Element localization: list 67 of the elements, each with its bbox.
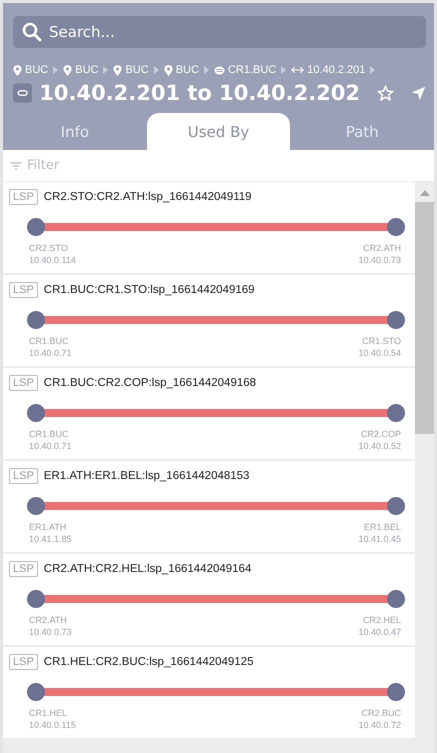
caret-icon (281, 66, 286, 74)
lsp-badge: LSP (9, 282, 38, 298)
target-node-ip: 10.40.0.73 (358, 255, 401, 265)
target-node-ip: 10.40.0.47 (358, 627, 401, 637)
source-node-name: CR1.BUC (29, 336, 70, 346)
caret-icon (370, 66, 376, 74)
tab[interactable]: Path (290, 113, 434, 150)
source-node-name: CR2.STO (29, 243, 69, 253)
target-node-ip: 10.40.0.54 (358, 348, 401, 358)
target-node-name: CR1.STO (362, 336, 401, 346)
scroll-up-icon[interactable] (420, 190, 430, 196)
target-node-ip: 10.41.0.45 (358, 534, 401, 544)
caret-icon (204, 66, 209, 74)
lsp-badge: LSP (9, 468, 38, 484)
link-icon (13, 82, 32, 104)
source-node-ip: 10.40.0.114 (29, 255, 76, 265)
caret-icon (53, 66, 58, 74)
source-node-name: CR1.HEL (29, 708, 68, 718)
source-node-name: ER1.ATH (29, 522, 68, 532)
breadcrumb-item[interactable]: 10.40.2.201 (291, 64, 366, 76)
lsp-name: CR1.BUC:CR2.COP:lsp_1661442049168 (44, 377, 256, 389)
target-node-name: CR2.COP (360, 429, 401, 439)
breadcrumb-item[interactable]: BUC (63, 64, 98, 76)
tab[interactable]: Used By (146, 113, 290, 150)
tab[interactable]: Info (3, 113, 147, 150)
lsp-badge: LSP (9, 561, 38, 577)
source-node-name: CR2.ATH (29, 615, 68, 625)
breadcrumb-item[interactable]: BUC (113, 64, 149, 76)
pin-icon (63, 64, 72, 76)
breadcrumb-item[interactable]: CR1.BUC (214, 64, 276, 76)
lsp-badge: LSP (9, 654, 38, 670)
breadcrumb-item[interactable]: BUC (13, 64, 48, 76)
target-node-name: ER1.BEL (364, 522, 401, 532)
lsp-name: ER1.ATH:ER1.BEL:lsp_1661442048153 (44, 470, 250, 482)
lsp-badge: LSP (9, 189, 38, 205)
source-node-ip: 10.40.0.71 (29, 441, 72, 451)
star-icon[interactable] (377, 84, 394, 102)
source-node-name: CR1.BUC (29, 429, 70, 439)
target-node-name: CR2.BUC (361, 708, 401, 718)
pin-icon (113, 64, 122, 76)
source-node-ip: 10.40.0.115 (29, 720, 76, 730)
pin-icon (13, 64, 22, 76)
target-node-ip: 10.40.0.52 (358, 441, 401, 451)
double-arrow-icon (291, 66, 304, 74)
page-title: 10.40.2.201 to 10.40.2.202 (39, 81, 360, 105)
filter-field[interactable]: Filter (3, 150, 434, 181)
navigation-arrow-icon[interactable] (411, 86, 426, 100)
lsp-badge: LSP (9, 375, 38, 391)
source-node-ip: 10.41.1.85 (29, 534, 72, 544)
caret-icon (103, 66, 108, 74)
lsp-name: CR1.BUC:CR1.STO:lsp_1661442049169 (44, 284, 255, 296)
lsp-name: CR2.ATH:CR2.HEL:lsp_1661442049164 (44, 563, 252, 575)
source-node-ip: 10.40.0.71 (29, 348, 72, 358)
caret-icon (154, 66, 159, 74)
scrollbar[interactable] (415, 182, 434, 753)
target-node-ip: 10.40.0.72 (358, 720, 401, 730)
lsp-name: CR1.HEL:CR2.BUC:lsp_1661442049125 (44, 656, 254, 668)
filter-icon (11, 162, 21, 170)
pin-icon (164, 64, 173, 76)
search-field[interactable]: Search... (13, 16, 426, 48)
scroll-thumb[interactable] (415, 202, 434, 434)
lsp-name: CR2.STO:CR2.ATH:lsp_1661442049119 (44, 191, 252, 203)
source-node-ip: 10.40.0.73 (29, 627, 72, 637)
target-node-name: CR2.HEL (362, 615, 401, 625)
target-node-name: CR2.ATH (363, 243, 401, 253)
router-icon (214, 66, 225, 74)
breadcrumb-item[interactable]: BUC (164, 64, 199, 76)
